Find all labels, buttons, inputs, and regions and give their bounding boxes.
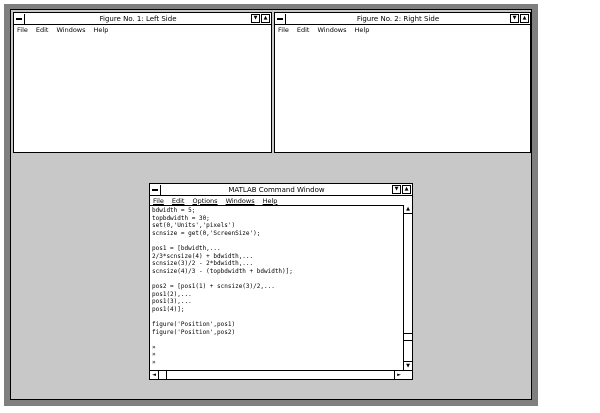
horizontal-scrollbar[interactable]: ◄ ► xyxy=(150,370,412,379)
menu-windows[interactable]: Windows xyxy=(226,197,255,205)
figure2-titlebar[interactable]: Figure No. 2: Right Side ▼ ▲ xyxy=(275,13,530,25)
command-line: » xyxy=(152,343,156,351)
menu-windows[interactable]: Windows xyxy=(317,26,346,34)
menu-options[interactable]: Options xyxy=(192,197,217,205)
command-line xyxy=(152,313,400,321)
command-line: topbdwidth = 30; xyxy=(152,214,210,222)
scroll-thumb[interactable] xyxy=(159,371,167,379)
minimize-icon[interactable]: ▼ xyxy=(251,14,260,23)
command-line: scnsize = get(0,'ScreenSize'); xyxy=(152,229,261,237)
vertical-scrollbar[interactable]: ▲ ▼ xyxy=(403,205,412,370)
menu-file[interactable]: File xyxy=(153,197,164,205)
scroll-right-icon[interactable]: ► xyxy=(394,371,403,379)
command-line: figure('Position',pos2) xyxy=(152,328,236,336)
menu-file[interactable]: File xyxy=(17,26,28,34)
system-menu-icon[interactable] xyxy=(275,13,286,24)
command-line: 2/3*scnsize(4) + bdwidth,... xyxy=(152,252,254,260)
figure1-titlebar[interactable]: Figure No. 1: Left Side ▼ ▲ xyxy=(14,13,271,25)
command-line: bdwidth = 5; xyxy=(152,207,196,214)
scroll-thumb[interactable] xyxy=(404,333,412,341)
command-line: scnsize(3)/2 - 2*bdwidth,... xyxy=(152,260,254,268)
minimize-icon[interactable]: ▼ xyxy=(392,185,401,194)
command-line: pos1(3),... xyxy=(152,298,192,306)
command-window-titlebar[interactable]: MATLAB Command Window ▼ ▲ xyxy=(150,184,412,196)
command-output[interactable]: bdwidth = 5; topbdwidth = 30; set(0,'Units… xyxy=(152,207,400,366)
menu-help[interactable]: Help xyxy=(263,197,278,205)
command-window[interactable]: MATLAB Command Window ▼ ▲ File Edit Opti… xyxy=(149,183,413,380)
menu-edit[interactable]: Edit xyxy=(36,26,49,34)
command-line: pos2 = [pos1(1) + scnsize(3)/2,... xyxy=(152,282,275,290)
command-line: pos1(4)]; xyxy=(152,305,185,313)
minimize-icon[interactable]: ▼ xyxy=(510,14,519,23)
menu-help[interactable]: Help xyxy=(355,26,370,34)
screenshot-frame: Figure No. 1: Left Side ▼ ▲ File Edit Wi… xyxy=(4,4,538,406)
command-window-menubar: File Edit Options Windows Help xyxy=(150,196,412,206)
command-line xyxy=(152,336,400,344)
menu-windows[interactable]: Windows xyxy=(56,26,85,34)
maximize-icon[interactable]: ▲ xyxy=(520,14,529,23)
menu-edit[interactable]: Edit xyxy=(297,26,310,34)
scroll-down-icon[interactable]: ▼ xyxy=(404,361,412,370)
command-line: » xyxy=(152,358,156,366)
figure1-canvas xyxy=(14,34,271,152)
system-menu-icon[interactable] xyxy=(14,13,25,24)
system-menu-icon[interactable] xyxy=(150,184,161,195)
command-window-title: MATLAB Command Window xyxy=(228,185,325,194)
figure-window-left[interactable]: Figure No. 1: Left Side ▼ ▲ File Edit Wi… xyxy=(13,12,272,153)
scroll-left-icon[interactable]: ◄ xyxy=(150,371,159,379)
menu-edit[interactable]: Edit xyxy=(172,197,185,205)
menu-help[interactable]: Help xyxy=(94,26,109,34)
command-line: pos1(2),... xyxy=(152,290,192,298)
command-line: set(0,'Units','pixels') xyxy=(152,222,236,230)
menu-file[interactable]: File xyxy=(278,26,289,34)
figure2-title: Figure No. 2: Right Side xyxy=(356,14,440,23)
command-line: figure('Position',pos1) xyxy=(152,320,236,328)
command-line xyxy=(152,237,400,245)
command-line xyxy=(152,275,400,283)
figure-window-right[interactable]: Figure No. 2: Right Side ▼ ▲ File Edit W… xyxy=(274,12,531,153)
maximize-icon[interactable]: ▲ xyxy=(402,185,411,194)
command-line: » xyxy=(152,351,156,359)
command-line: scnsize(4)/3 - (topbdwidth + bdwidth)]; xyxy=(152,267,293,275)
figure2-canvas xyxy=(275,34,530,152)
scroll-up-icon[interactable]: ▲ xyxy=(404,205,412,214)
desktop: Figure No. 1: Left Side ▼ ▲ File Edit Wi… xyxy=(10,9,532,400)
command-line: pos1 = [bdwidth,... xyxy=(152,244,221,252)
figure1-title: Figure No. 1: Left Side xyxy=(99,14,177,23)
maximize-icon[interactable]: ▲ xyxy=(261,14,270,23)
